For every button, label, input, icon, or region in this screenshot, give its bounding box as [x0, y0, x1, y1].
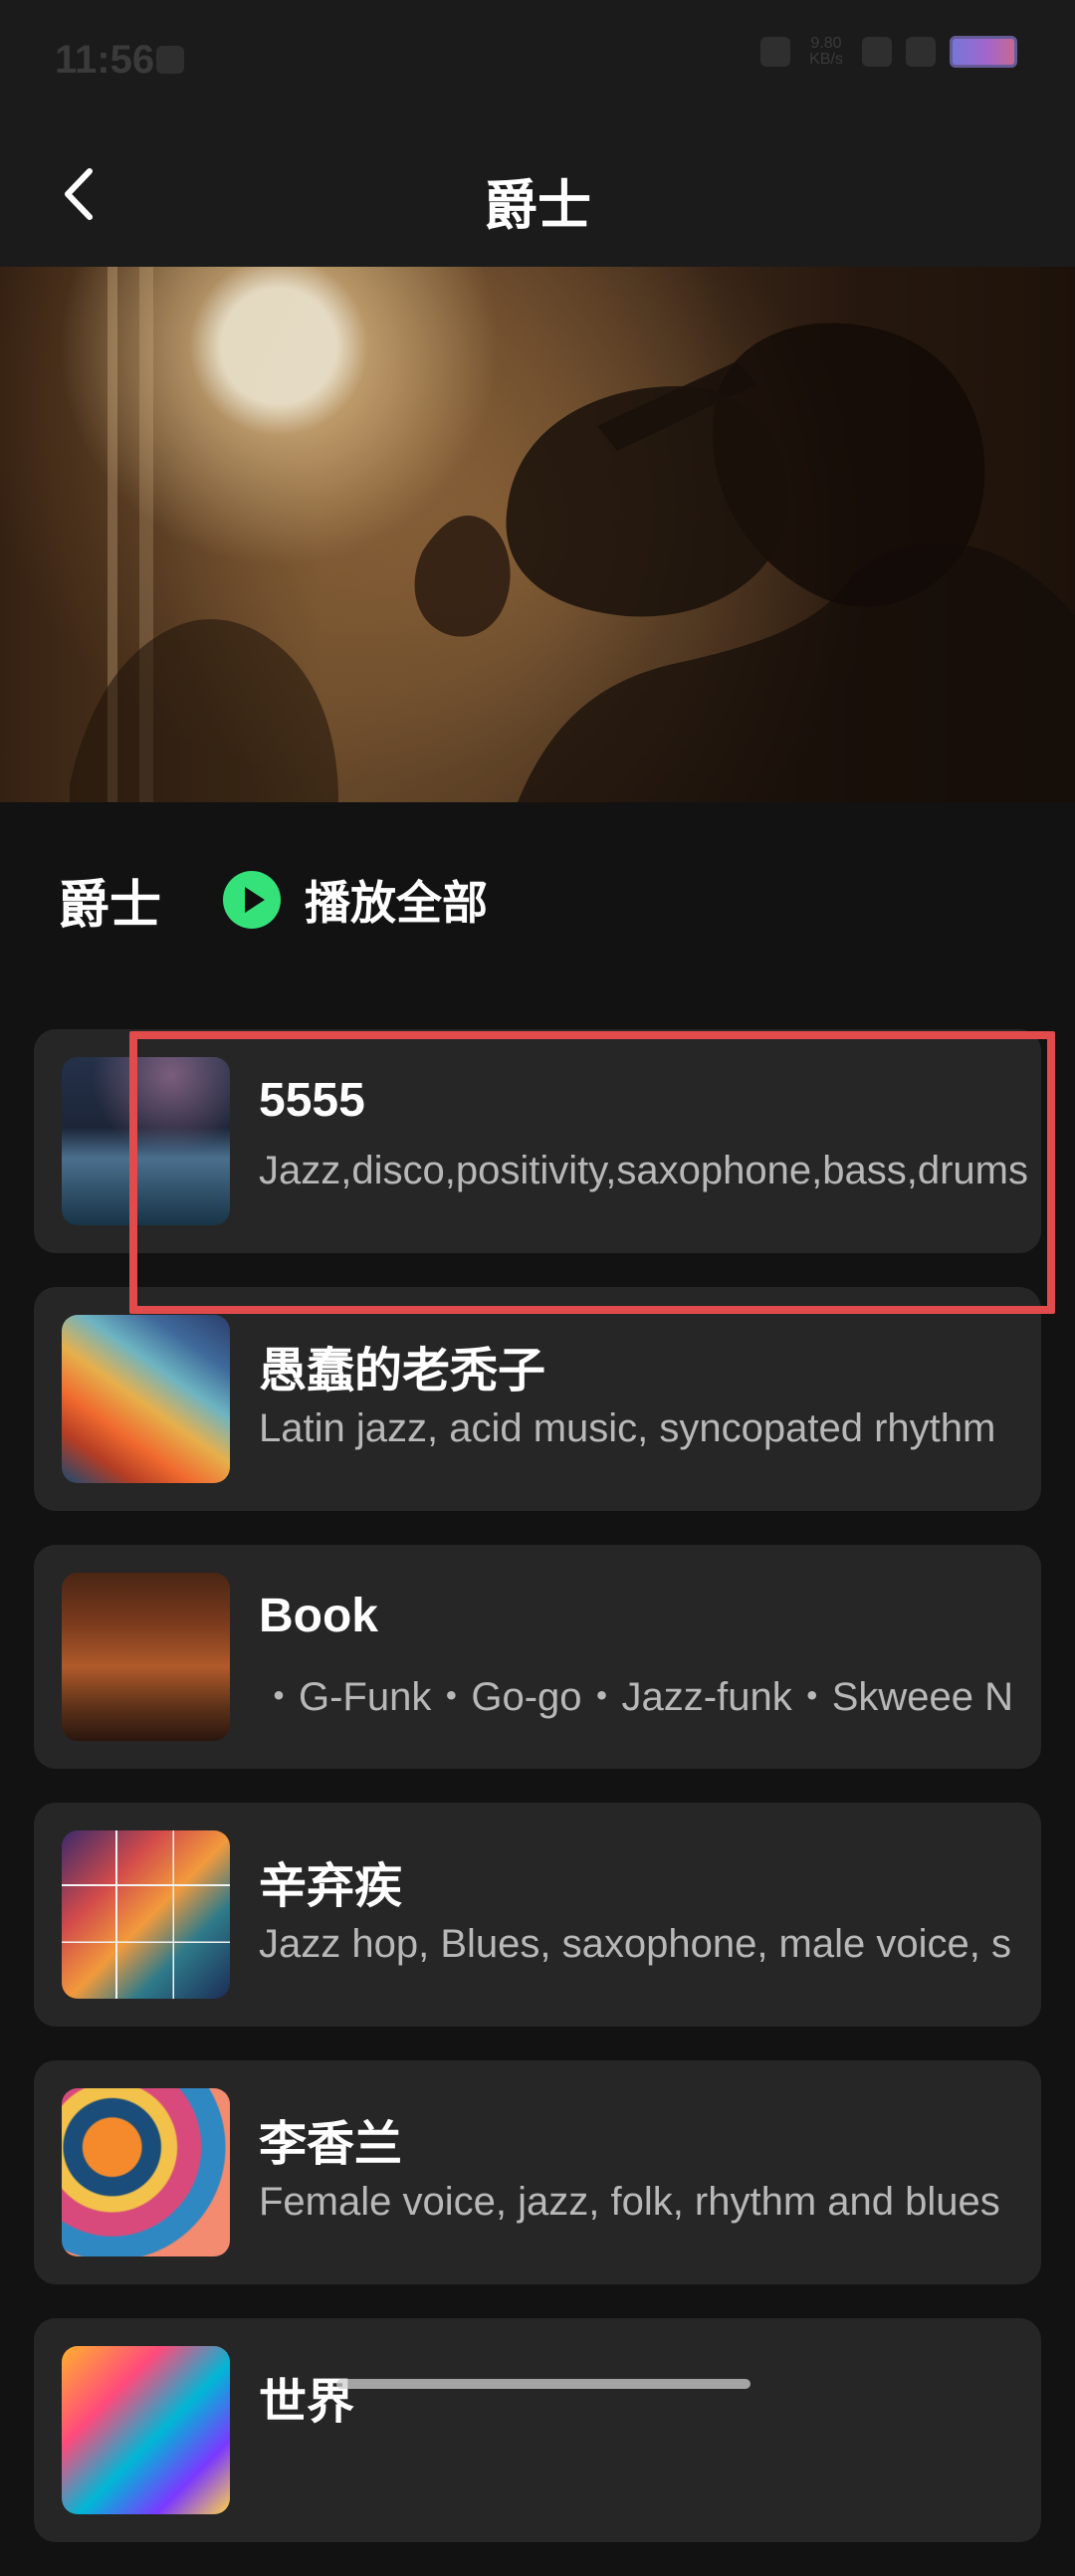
song-cover [62, 1573, 230, 1741]
battery-icon [950, 36, 1017, 68]
song-title: 辛弃疾 [259, 1860, 403, 1913]
section-title: 爵士 [58, 876, 162, 935]
song-card[interactable]: Book ・G-Funk・Go-go・Jazz-funk・Skweee N [34, 1545, 1041, 1769]
hero-image [0, 267, 1075, 802]
section-header: 爵士 播放全部 [58, 860, 488, 940]
mute-icon [760, 37, 790, 67]
home-indicator [336, 2379, 751, 2389]
song-card[interactable]: 李香兰 Female voice, jazz, folk, rhythm and… [34, 2060, 1041, 2284]
song-card[interactable]: 世界 [34, 2318, 1041, 2542]
song-card[interactable]: 辛弃疾 Jazz hop, Blues, saxophone, male voi… [34, 1803, 1041, 2027]
hero-artwork [0, 267, 1075, 802]
song-title: 世界 [259, 2376, 355, 2429]
notification-icon [862, 37, 892, 67]
status-bar: 11:56 9.80 KB/s [0, 0, 1075, 119]
song-title: Book [259, 1590, 378, 1642]
network-speed: 9.80 KB/s [809, 35, 843, 68]
song-cover [62, 1830, 230, 1999]
wifi-icon [906, 37, 936, 67]
status-time: 11:56 [55, 38, 155, 82]
song-tags: Female voice, jazz, folk, rhythm and blu… [259, 2180, 1000, 2224]
song-title: 李香兰 [259, 2118, 403, 2171]
song-cover [62, 1315, 230, 1483]
song-title: 愚蠢的老秃子 [259, 1345, 546, 1397]
song-card[interactable]: 愚蠢的老秃子 Latin jazz, acid music, syncopate… [34, 1287, 1041, 1511]
message-icon [156, 46, 184, 74]
song-cover [62, 2088, 230, 2256]
song-tags: ・G-Funk・Go-go・Jazz-funk・Skweee N [259, 1675, 1014, 1719]
page-title: 爵士 [484, 176, 591, 236]
selection-highlight [129, 1031, 1055, 1314]
app-bar: 爵士 [0, 119, 1075, 267]
play-circle-icon [223, 871, 282, 929]
song-cover [62, 2346, 230, 2514]
song-tags: Jazz hop, Blues, saxophone, male voice, … [259, 1922, 1011, 1966]
play-all-label: 播放全部 [305, 877, 489, 929]
status-icons: 9.80 KB/s [760, 36, 1017, 68]
song-tags: Latin jazz, acid music, syncopated rhyth… [259, 1406, 996, 1450]
play-all-button[interactable]: 播放全部 [223, 867, 488, 933]
